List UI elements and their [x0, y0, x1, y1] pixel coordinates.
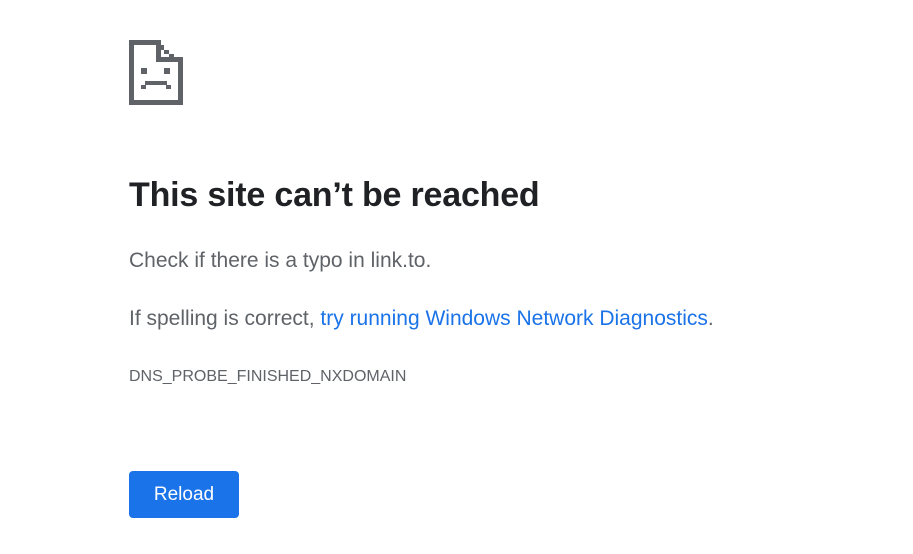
reload-button[interactable]: Reload: [129, 471, 239, 518]
error-code: DNS_PROBE_FINISHED_NXDOMAIN: [129, 368, 407, 385]
typo-check-message: Check if there is a typo in link.to.: [129, 249, 432, 272]
error-page: This site can’t be reached Check if ther…: [0, 0, 913, 554]
spelling-message-suffix: .: [707, 307, 714, 330]
spelling-message-prefix: If spelling is correct,: [129, 307, 321, 330]
spelling-message: If spelling is correct, try running Wind…: [129, 307, 714, 331]
page-title: This site can’t be reached: [129, 176, 540, 214]
network-diagnostics-link[interactable]: try running Windows Network Diagnostics: [320, 307, 707, 330]
sad-page-icon: [129, 40, 183, 105]
